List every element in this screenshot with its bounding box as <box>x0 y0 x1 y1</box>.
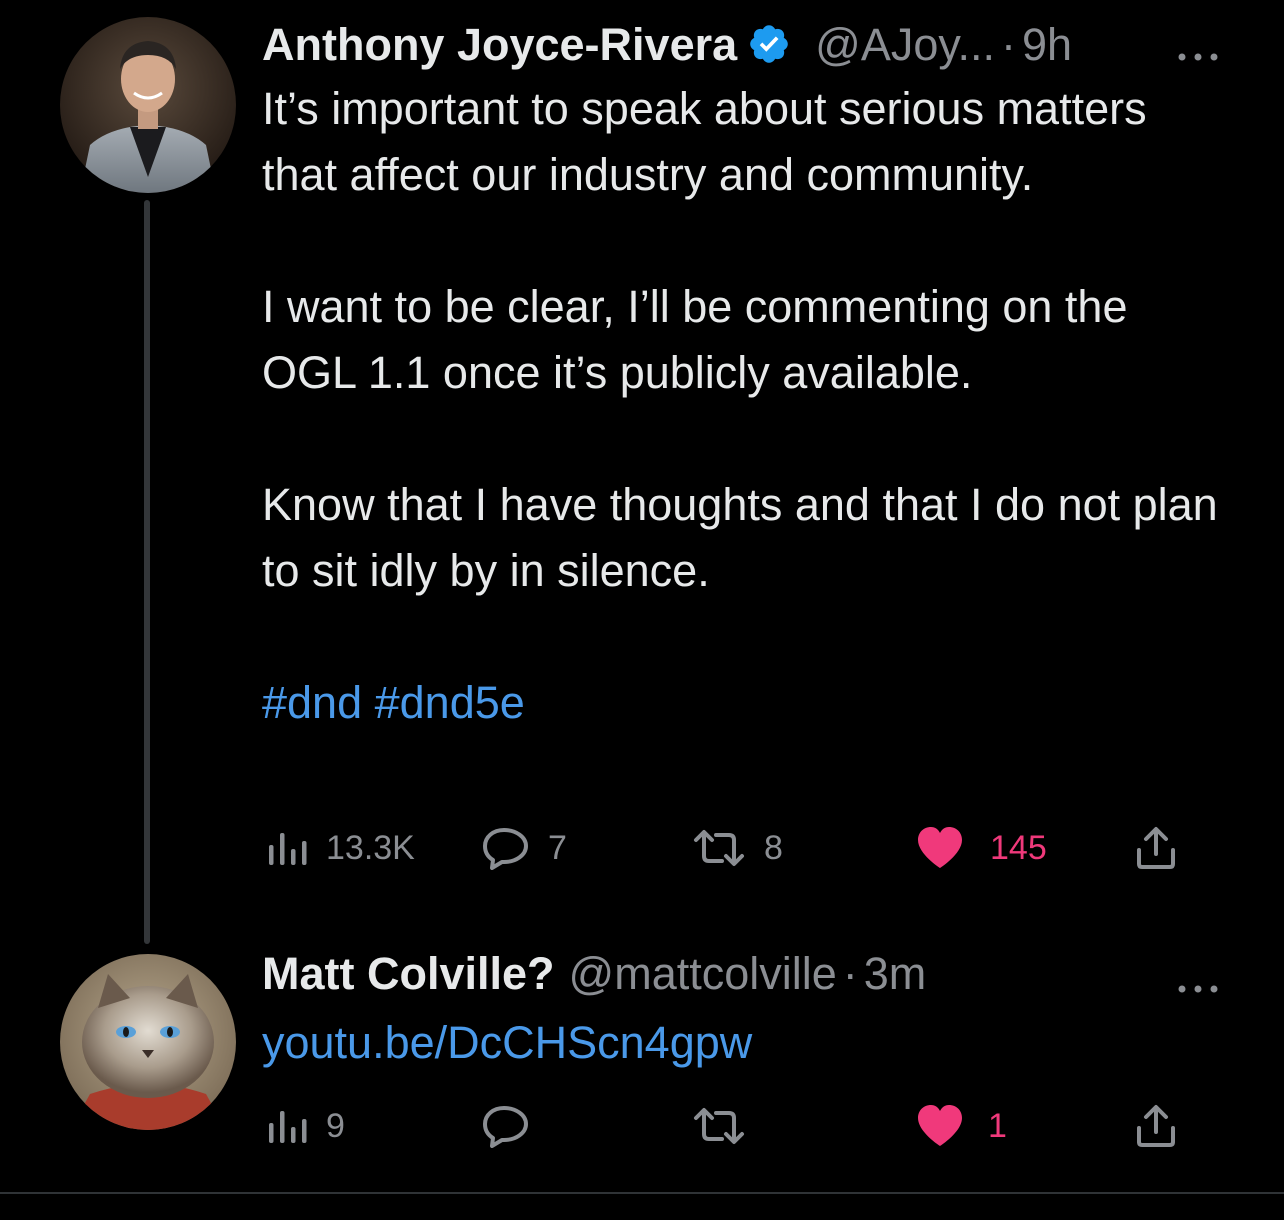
tweet-header: Anthony Joyce-Rivera @AJoy... · 9h <box>262 16 1224 76</box>
reply-icon <box>483 828 528 870</box>
reply-button[interactable]: 7 <box>482 818 567 878</box>
avatar-portrait <box>60 17 236 193</box>
share-button[interactable] <box>1134 818 1178 878</box>
share-icon <box>1137 1105 1175 1147</box>
separator-dot: · <box>842 948 858 999</box>
tweet-matt[interactable]: Matt Colville? @mattcolville · 3m youtu.… <box>0 944 1284 1192</box>
tweet-header: Matt Colville? @mattcolville · 3m <box>262 948 1224 1008</box>
retweet-count: 8 <box>764 828 783 867</box>
separator-dot: · <box>1001 19 1017 70</box>
retweet-button[interactable]: 8 <box>692 818 783 878</box>
avatar[interactable] <box>60 954 236 1130</box>
youtube-link[interactable]: youtu.be/DcCHScn4gpw <box>262 1010 1222 1076</box>
retweet-icon <box>694 830 744 866</box>
share-button[interactable] <box>1134 1096 1178 1156</box>
tweet-time[interactable]: 3m <box>864 948 927 1000</box>
tweet-paragraph: Know that I have thoughts and that I do … <box>262 479 1218 596</box>
tweet-body: youtu.be/DcCHScn4gpw <box>262 1010 1222 1076</box>
reply-button[interactable] <box>482 1096 530 1156</box>
tweet-paragraph: It’s important to speak about serious ma… <box>262 83 1147 200</box>
avatar-portrait <box>60 954 236 1130</box>
views-count: 9 <box>326 1106 345 1145</box>
views-icon <box>269 833 307 865</box>
share-icon <box>1137 827 1175 869</box>
retweet-icon <box>694 1108 744 1144</box>
avatar[interactable] <box>60 17 236 193</box>
views-icon <box>269 1111 307 1143</box>
author-handle[interactable]: @AJoy... <box>815 19 995 71</box>
tweet-actions: 9 1 <box>262 1096 1192 1156</box>
thread-connector-line <box>144 200 150 944</box>
views-button[interactable]: 9 <box>266 1096 345 1156</box>
more-options-icon[interactable] <box>1174 958 1224 993</box>
more-options-icon[interactable] <box>1174 26 1224 61</box>
views-count: 13.3K <box>326 828 415 867</box>
tweet-actions: 13.3K 7 8 145 <box>262 818 1192 878</box>
author-name[interactable]: Matt Colville? <box>262 948 555 1000</box>
author-handle[interactable]: @mattcolville <box>569 948 837 1000</box>
reply-icon <box>483 1106 528 1148</box>
like-count: 1 <box>988 1106 1007 1145</box>
hashtags-link[interactable]: #dnd #dnd5e <box>262 670 1222 736</box>
reply-count: 7 <box>548 828 567 867</box>
tweet-anthony[interactable]: Anthony Joyce-Rivera @AJoy... · 9h It’s … <box>0 0 1284 944</box>
views-button[interactable]: 13.3K <box>266 818 415 878</box>
retweet-button[interactable] <box>692 1096 746 1156</box>
like-button[interactable]: 145 <box>916 818 1047 878</box>
verified-badge-icon <box>747 22 791 66</box>
author-name[interactable]: Anthony Joyce-Rivera <box>262 19 737 71</box>
tweet-paragraph: I want to be clear, I’ll be commenting o… <box>262 281 1128 398</box>
heart-icon <box>918 827 962 868</box>
heart-icon <box>918 1105 962 1146</box>
tweet-body: It’s important to speak about serious ma… <box>262 76 1222 736</box>
tweet-time[interactable]: 9h <box>1022 19 1072 71</box>
like-count: 145 <box>990 828 1047 867</box>
divider <box>0 1192 1284 1194</box>
like-button[interactable]: 1 <box>916 1096 1007 1156</box>
